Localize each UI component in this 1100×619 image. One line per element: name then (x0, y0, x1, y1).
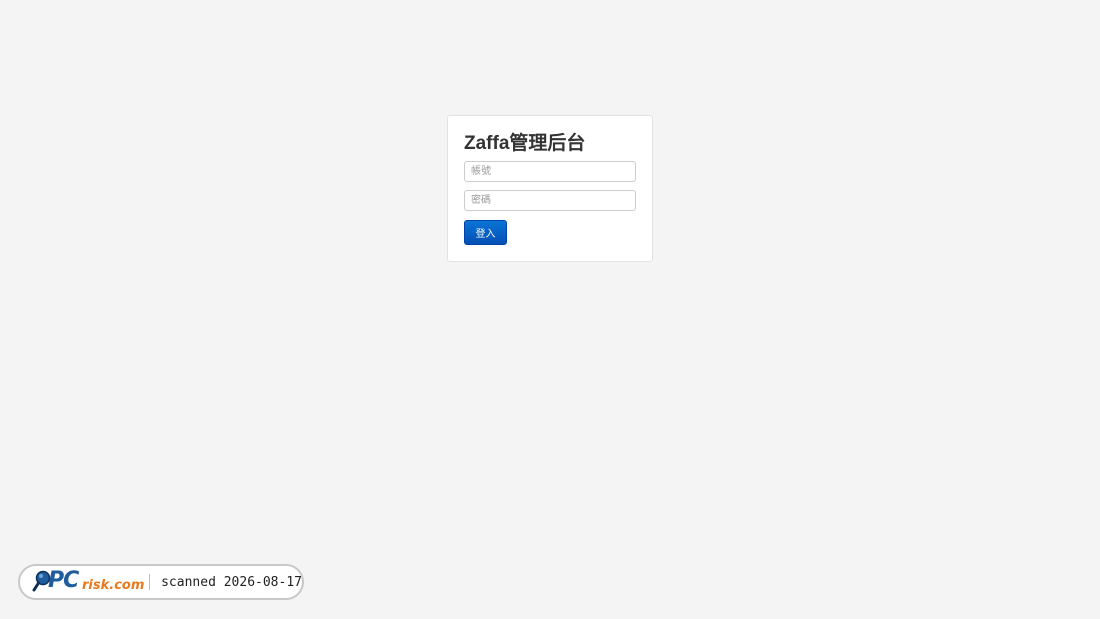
username-field[interactable] (464, 161, 636, 182)
password-field[interactable] (464, 190, 636, 211)
login-card: Zaffa管理后台 登入 (447, 115, 653, 262)
pcrisk-logo-pc: PC (48, 568, 79, 593)
page-title: Zaffa管理后台 (464, 133, 586, 154)
scan-date-text: scanned 2026-08-17 (161, 574, 302, 590)
watermark-badge: PC risk.com scanned 2026-08-17 (18, 564, 304, 600)
login-button[interactable]: 登入 (464, 220, 507, 245)
pcrisk-logo-risk: risk.com (82, 578, 145, 593)
pcrisk-logo: PC risk.com (30, 566, 150, 598)
page: Zaffa管理后台 登入 PC risk.com scanned 2026-08… (0, 0, 1100, 619)
